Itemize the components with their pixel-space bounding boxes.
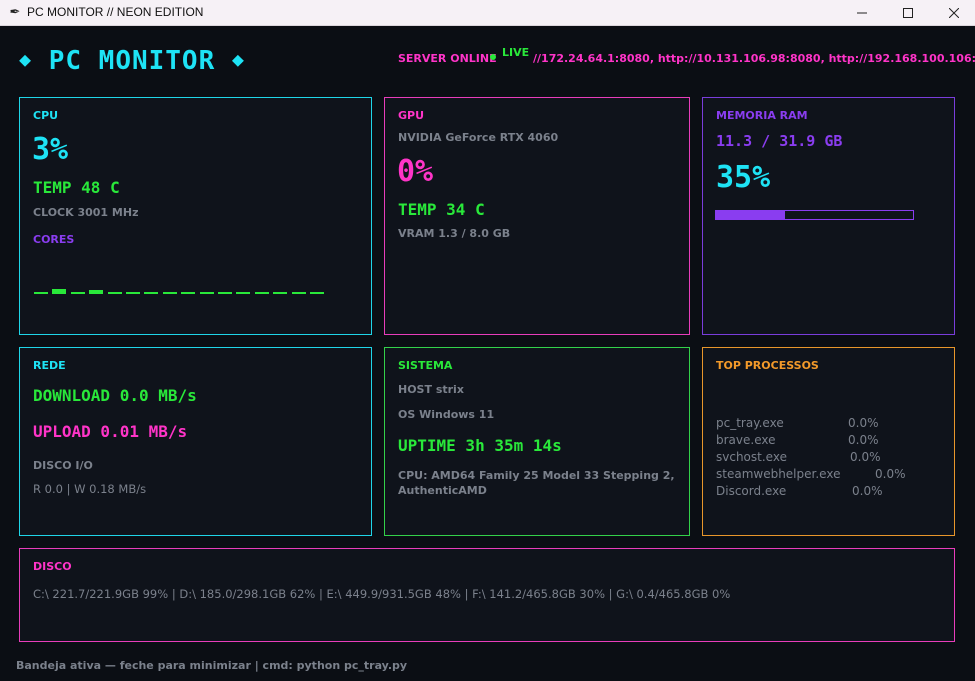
- system-uptime: UPTIME 3h 35m 14s: [398, 436, 562, 455]
- process-value: 0.0%: [850, 450, 881, 464]
- core-bar: [273, 292, 288, 294]
- core-bar: [89, 290, 104, 294]
- cores-label: CORES: [33, 233, 75, 246]
- server-status: SERVER ONLINE: [398, 52, 497, 65]
- cores-chart: [34, 282, 334, 294]
- core-bar: [236, 292, 251, 294]
- diamond-icon: ◆: [231, 47, 245, 71]
- top-processes-label: TOP PROCESSOS: [716, 359, 819, 372]
- cpu-panel: CPU 3% TEMP 48 C CLOCK 3001 MHz CORES: [19, 97, 372, 335]
- cpu-usage: 3%: [32, 132, 69, 167]
- gpu-label: GPU: [398, 109, 425, 122]
- minimize-icon: [857, 12, 867, 14]
- top-processes-panel: TOP PROCESSOS pc_tray.exe 0.0% brave.exe…: [702, 347, 955, 536]
- core-bar: [310, 292, 324, 294]
- diamond-icon: ◆: [19, 47, 33, 71]
- core-bar: [162, 292, 177, 294]
- system-cpu-line2: AuthenticAMD: [398, 484, 487, 497]
- process-name: brave.exe: [716, 433, 776, 447]
- close-icon: [949, 8, 959, 18]
- process-name: pc_tray.exe: [716, 416, 784, 430]
- disk-io-label: DISCO I/O: [33, 459, 93, 472]
- process-value: 0.0%: [852, 484, 883, 498]
- cpu-temp: TEMP 48 C: [33, 178, 120, 197]
- core-bar: [254, 292, 269, 294]
- cpu-label: CPU: [33, 109, 59, 122]
- process-name: steamwebhelper.exe: [716, 467, 841, 481]
- ram-panel: MEMORIA RAM 11.3 / 31.9 GB 35%: [702, 97, 955, 335]
- app-title-text: PC MONITOR: [48, 46, 216, 76]
- upload-speed: UPLOAD 0.01 MB/s: [33, 422, 188, 441]
- live-dot-icon: [490, 54, 496, 60]
- network-label: REDE: [33, 359, 66, 372]
- download-speed: DOWNLOAD 0.0 MB/s: [33, 386, 197, 405]
- gpu-vram: VRAM 1.3 / 8.0 GB: [398, 227, 511, 240]
- process-value: 0.0%: [848, 433, 879, 447]
- process-name: svchost.exe: [716, 450, 787, 464]
- system-host: HOST strix: [398, 383, 464, 396]
- gpu-name: NVIDIA GeForce RTX 4060: [398, 131, 559, 144]
- maximize-icon: [903, 8, 913, 18]
- gpu-temp: TEMP 34 C: [398, 200, 485, 219]
- core-bar: [199, 292, 214, 294]
- core-bar: [291, 292, 306, 294]
- system-label: SISTEMA: [398, 359, 453, 372]
- network-panel: REDE DOWNLOAD 0.0 MB/s UPLOAD 0.01 MB/s …: [19, 347, 372, 536]
- server-urls[interactable]: //172.24.64.1:8080, http://10.131.106.98…: [533, 52, 975, 65]
- core-bar: [218, 292, 232, 294]
- maximize-button[interactable]: [885, 0, 931, 26]
- core-bar: [52, 289, 67, 294]
- ram-progress-fill: [716, 211, 785, 219]
- disk-summary: C:\ 221.7/221.9GB 99% | D:\ 185.0/298.1G…: [33, 587, 731, 601]
- core-bar: [144, 292, 159, 294]
- process-value: 0.0%: [875, 467, 906, 481]
- core-bar: [126, 292, 140, 294]
- ram-percent: 35%: [716, 160, 771, 195]
- window-title: PC MONITOR // NEON EDITION: [27, 5, 204, 19]
- status-footer: Bandeja ativa — feche para minimizar | c…: [16, 659, 408, 672]
- process-value: 0.0%: [848, 416, 879, 430]
- gpu-panel: GPU NVIDIA GeForce RTX 4060 0% TEMP 34 C…: [384, 97, 690, 335]
- ram-progress-bar: [715, 210, 914, 220]
- window-titlebar: ✒ PC MONITOR // NEON EDITION: [0, 0, 975, 26]
- system-cpu-line1: CPU: AMD64 Family 25 Model 33 Stepping 2…: [398, 469, 675, 482]
- app-title: ◆ PC MONITOR ◆: [19, 41, 245, 79]
- close-button[interactable]: [931, 0, 975, 26]
- ram-usage: 11.3 / 31.9 GB: [716, 132, 843, 150]
- disk-label: DISCO: [33, 560, 72, 573]
- core-bar: [181, 292, 196, 294]
- core-bar: [34, 292, 48, 294]
- core-bar: [70, 292, 85, 294]
- disk-panel: DISCO C:\ 221.7/221.9GB 99% | D:\ 185.0/…: [19, 548, 955, 642]
- feather-icon: ✒: [9, 5, 21, 20]
- minimize-button[interactable]: [839, 0, 885, 26]
- gpu-usage: 0%: [397, 154, 434, 189]
- system-os: OS Windows 11: [398, 408, 495, 421]
- disk-io-values: R 0.0 | W 0.18 MB/s: [33, 482, 147, 496]
- ram-label: MEMORIA RAM: [716, 109, 808, 122]
- live-label: LIVE: [502, 46, 530, 59]
- cpu-clock: CLOCK 3001 MHz: [33, 206, 139, 219]
- core-bar: [107, 292, 122, 294]
- system-panel: SISTEMA HOST strix OS Windows 11 UPTIME …: [384, 347, 690, 536]
- process-name: Discord.exe: [716, 484, 787, 498]
